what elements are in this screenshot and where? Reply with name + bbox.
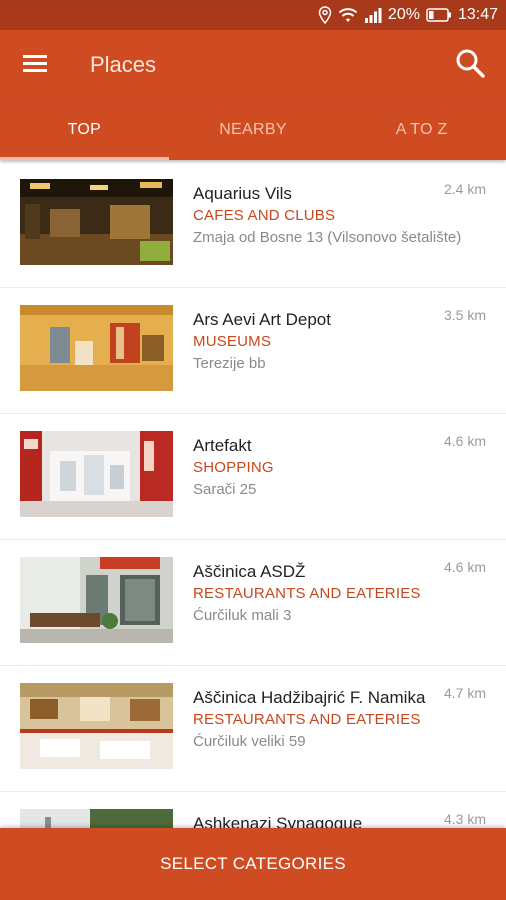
place-name: Ashkenazi Synagogue — [193, 814, 363, 828]
menu-button[interactable] — [0, 30, 70, 100]
place-name: Aščinica Hadžibajrić F. Namika — [193, 688, 426, 707]
place-address: Terezije bb — [193, 355, 266, 372]
list-item[interactable]: Aščinica Hadžibajrić F. Namika RESTAURAN… — [0, 666, 506, 792]
place-name: Aščinica ASDŽ — [193, 562, 306, 581]
place-distance: 4.6 km — [443, 559, 486, 575]
place-distance: 4.3 km — [443, 811, 486, 827]
place-category: CAFES AND CLUBS — [193, 207, 336, 224]
list-item[interactable]: Artefakt SHOPPING Sarači 25 4.6 km — [0, 414, 506, 540]
place-address: Zmaja od Bosne 13 (Vilsonovo šetalište) — [193, 229, 462, 246]
place-category: RESTAURANTS AND EATERIES — [193, 711, 421, 728]
place-distance: 4.7 km — [443, 685, 486, 701]
place-name: Ars Aevi Art Depot — [193, 310, 331, 329]
place-name: Artefakt — [193, 436, 252, 455]
place-category: RESTAURANTS AND EATERIES — [193, 585, 421, 602]
place-distance: 4.6 km — [443, 433, 486, 449]
search-icon — [455, 48, 485, 83]
place-photo — [20, 557, 173, 643]
select-categories-button[interactable]: SELECT CATEGORIES — [0, 828, 506, 900]
app-bar: Places — [0, 30, 506, 100]
tab-a-to-z[interactable]: A TO Z — [337, 100, 506, 160]
page-title: Places — [90, 52, 157, 77]
place-photo — [20, 179, 173, 265]
list-item[interactable]: Ashkenazi Synagogue 4.3 km — [0, 792, 506, 828]
place-photo — [20, 305, 173, 391]
place-photo — [20, 431, 173, 517]
list-item[interactable]: Aščinica ASDŽ RESTAURANTS AND EATERIES Ć… — [0, 540, 506, 666]
battery-percent: 20% — [387, 6, 420, 23]
place-photo — [20, 683, 173, 769]
battery-icon — [426, 8, 452, 22]
list-item[interactable]: Aquarius Vils CAFES AND CLUBS Zmaja od B… — [0, 162, 506, 288]
place-photo — [20, 809, 173, 828]
place-address: Ćurčiluk mali 3 — [193, 607, 292, 624]
place-address: Ćurčiluk veliki 59 — [193, 733, 306, 750]
list-item[interactable]: Ars Aevi Art Depot MUSEUMS Terezije bb 3… — [0, 288, 506, 414]
signal-icon — [364, 7, 382, 23]
wifi-icon — [338, 7, 358, 23]
places-list: Aquarius Vils CAFES AND CLUBS Zmaja od B… — [0, 162, 506, 828]
place-distance: 3.5 km — [443, 307, 486, 323]
tab-nearby[interactable]: NEARBY — [169, 100, 338, 160]
place-distance: 2.4 km — [443, 181, 486, 197]
tab-bar: TOP NEARBY A TO Z — [0, 100, 506, 160]
place-category: MUSEUMS — [193, 333, 272, 350]
clock: 13:47 — [457, 6, 498, 23]
location-icon — [318, 6, 332, 24]
search-button[interactable] — [448, 43, 492, 87]
place-address: Sarači 25 — [193, 481, 257, 498]
place-category: SHOPPING — [193, 459, 274, 476]
status-bar: 20% 13:47 — [0, 0, 506, 30]
tab-top[interactable]: TOP — [0, 100, 169, 160]
place-name: Aquarius Vils — [193, 184, 292, 203]
menu-icon — [23, 53, 47, 78]
